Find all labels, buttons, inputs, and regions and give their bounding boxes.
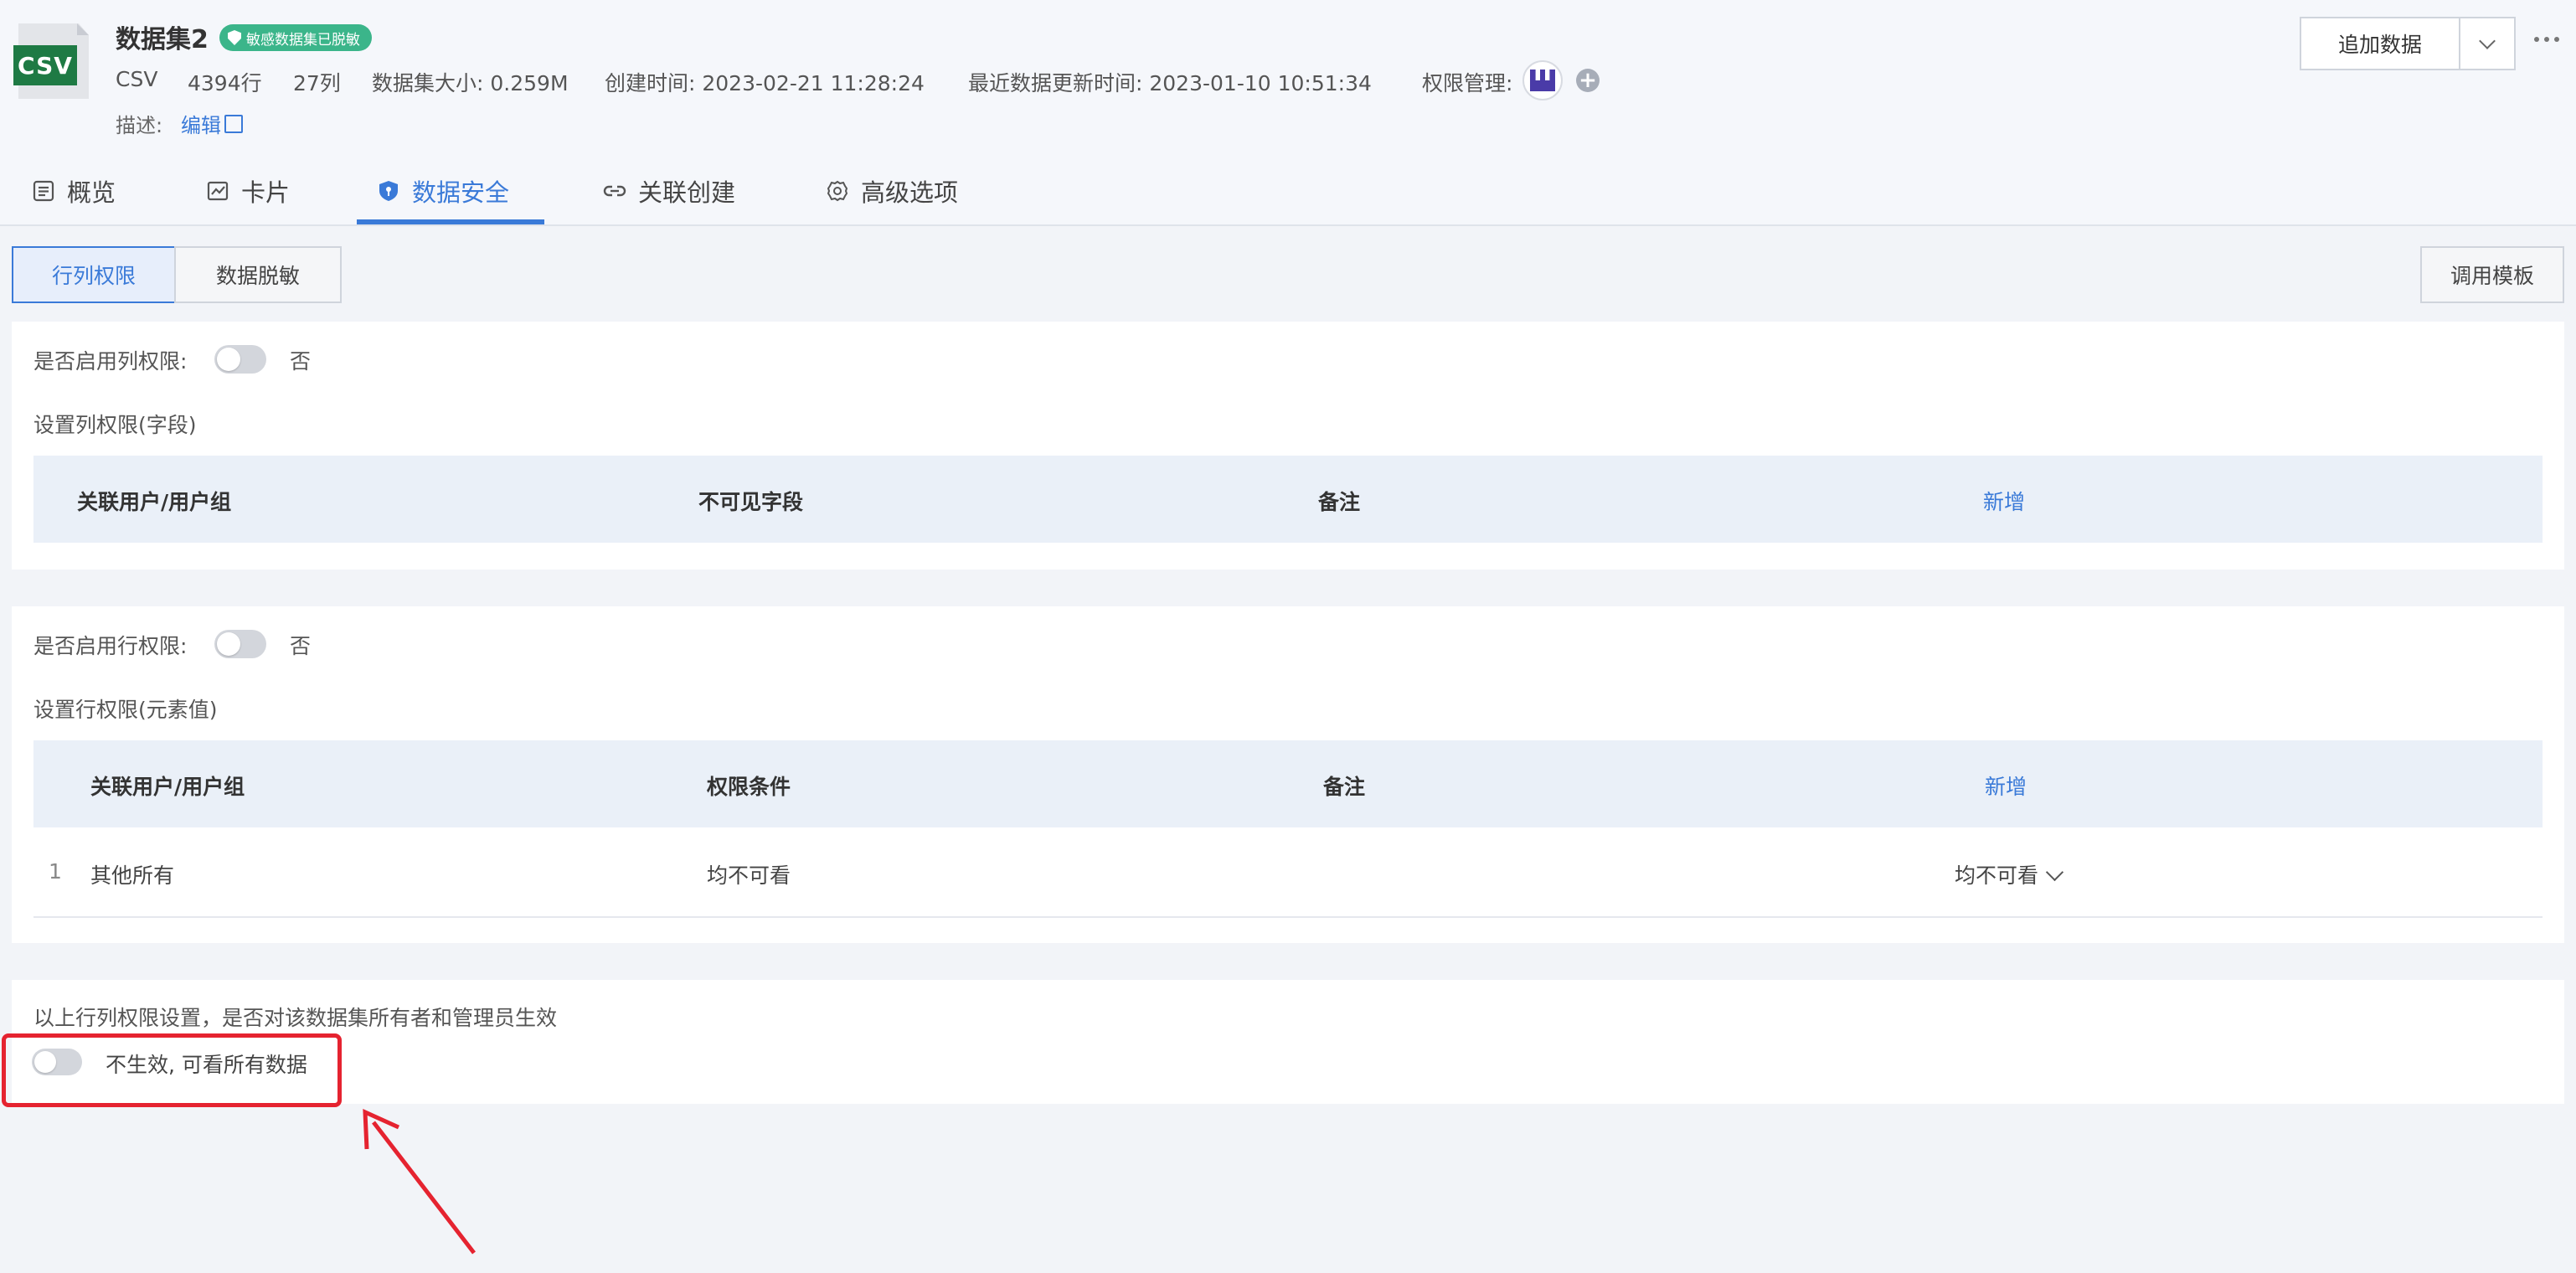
shield-icon	[379, 181, 398, 201]
column-permission-toggle[interactable]	[214, 345, 266, 374]
row-condition: 均不可看	[707, 863, 791, 888]
chevron-down-icon	[2479, 33, 2496, 49]
append-data-dropdown[interactable]	[2459, 17, 2516, 70]
more-icon[interactable]	[2534, 37, 2559, 42]
list-icon	[33, 180, 54, 202]
gear-icon	[827, 180, 848, 202]
column-permission-state: 否	[290, 349, 312, 374]
row-permission-state: 否	[290, 634, 312, 658]
row-header-user: 关联用户/用户组	[90, 775, 245, 799]
row-permission-select-value: 均不可看	[1955, 863, 2039, 888]
subtab-data-masking[interactable]: 数据脱敏	[174, 246, 342, 303]
tab-data-security-label: 数据安全	[412, 178, 510, 207]
meta-created: 创建时间: 2023-02-21 11:28:24	[605, 71, 925, 95]
tab-bar-border	[0, 224, 2576, 226]
row-permission-select[interactable]: 均不可看	[1955, 859, 2064, 889]
masked-badge-text: 敏感数据集已脱敏	[246, 31, 360, 49]
meta-cols: 27列	[293, 71, 341, 95]
row-header-condition: 权限条件	[707, 775, 791, 799]
column-permission-add-link[interactable]: 新增	[1983, 486, 2025, 516]
chevron-down-icon	[2045, 863, 2064, 881]
row-permission-toggle[interactable]	[214, 630, 266, 658]
tab-overview[interactable]: 概览	[32, 171, 116, 211]
user-avatar[interactable]	[1522, 60, 1563, 100]
row-user: 其他所有	[90, 863, 175, 888]
row-header-remark: 备注	[1323, 775, 1366, 799]
desc-label: 描述:	[116, 114, 163, 137]
row-permission-add-link[interactable]: 新增	[1985, 770, 2027, 801]
masked-badge: 敏感数据集已脱敏	[219, 24, 372, 51]
highlight-box	[2, 1033, 342, 1107]
add-permission-icon[interactable]: +	[1576, 69, 1600, 92]
meta-size: 数据集大小: 0.259M	[372, 71, 569, 95]
tab-data-security[interactable]: 数据安全	[377, 171, 509, 211]
owner-effect-question: 以上行列权限设置，是否对该数据集所有者和管理员生效	[33, 1006, 558, 1030]
meta-updated: 最近数据更新时间: 2023-01-10 10:51:34	[968, 71, 1372, 95]
tab-link-create-label: 关联创建	[638, 178, 736, 207]
dataset-title: 数据集2	[116, 25, 209, 54]
use-template-button[interactable]: 调用模板	[2420, 246, 2564, 303]
row-permission-enable-label: 是否启用行权限:	[33, 634, 188, 658]
column-permission-panel: 是否启用列权限: 否 设置列权限(字段) 关联用户/用户组 不可见字段 备注 新…	[12, 322, 2564, 570]
col-header-remark: 备注	[1318, 490, 1361, 514]
column-permission-table-header: 关联用户/用户组 不可见字段 备注 新增	[33, 456, 2543, 543]
row-index: 1	[49, 859, 62, 884]
tab-link-create[interactable]: 关联创建	[603, 171, 735, 211]
edit-description-link[interactable]: 编辑	[181, 109, 243, 138]
csv-tag: CSV	[13, 45, 77, 85]
tab-card[interactable]: 卡片	[206, 171, 290, 211]
row-permission-panel: 是否启用行权限: 否 设置行权限(元素值) 关联用户/用户组 权限条件 备注 新…	[12, 606, 2564, 943]
row-divider	[33, 916, 2543, 918]
column-permission-section-title: 设置列权限(字段)	[33, 413, 197, 437]
permission-label: 权限管理:	[1422, 71, 1513, 95]
column-permission-enable-label: 是否启用列权限:	[33, 349, 188, 374]
shield-check-icon	[228, 30, 241, 45]
link-icon	[603, 185, 626, 197]
col-header-user: 关联用户/用户组	[77, 490, 232, 514]
tab-overview-label: 概览	[67, 178, 116, 207]
tab-advanced-label: 高级选项	[861, 178, 959, 207]
tab-advanced[interactable]: 高级选项	[826, 171, 958, 211]
meta-rows: 4394行	[188, 71, 262, 95]
csv-file-icon: CSV	[13, 23, 89, 99]
subtab-row-col-permission[interactable]: 行列权限	[12, 246, 176, 303]
row-permission-table-header: 关联用户/用户组 权限条件 备注 新增	[33, 740, 2543, 827]
meta-type: CSV	[116, 67, 158, 91]
edit-description-text: 编辑	[181, 114, 221, 137]
tab-card-label: 卡片	[241, 178, 291, 207]
append-data-button[interactable]: 追加数据	[2300, 17, 2460, 70]
edit-icon	[224, 114, 243, 133]
row-permission-section-title: 设置行权限(元素值)	[33, 698, 218, 722]
col-header-hidden-fields: 不可见字段	[698, 490, 804, 514]
owner-effect-panel: 以上行列权限设置，是否对该数据集所有者和管理员生效 不生效, 可看所有数据	[12, 980, 2564, 1104]
chart-icon	[207, 181, 229, 201]
